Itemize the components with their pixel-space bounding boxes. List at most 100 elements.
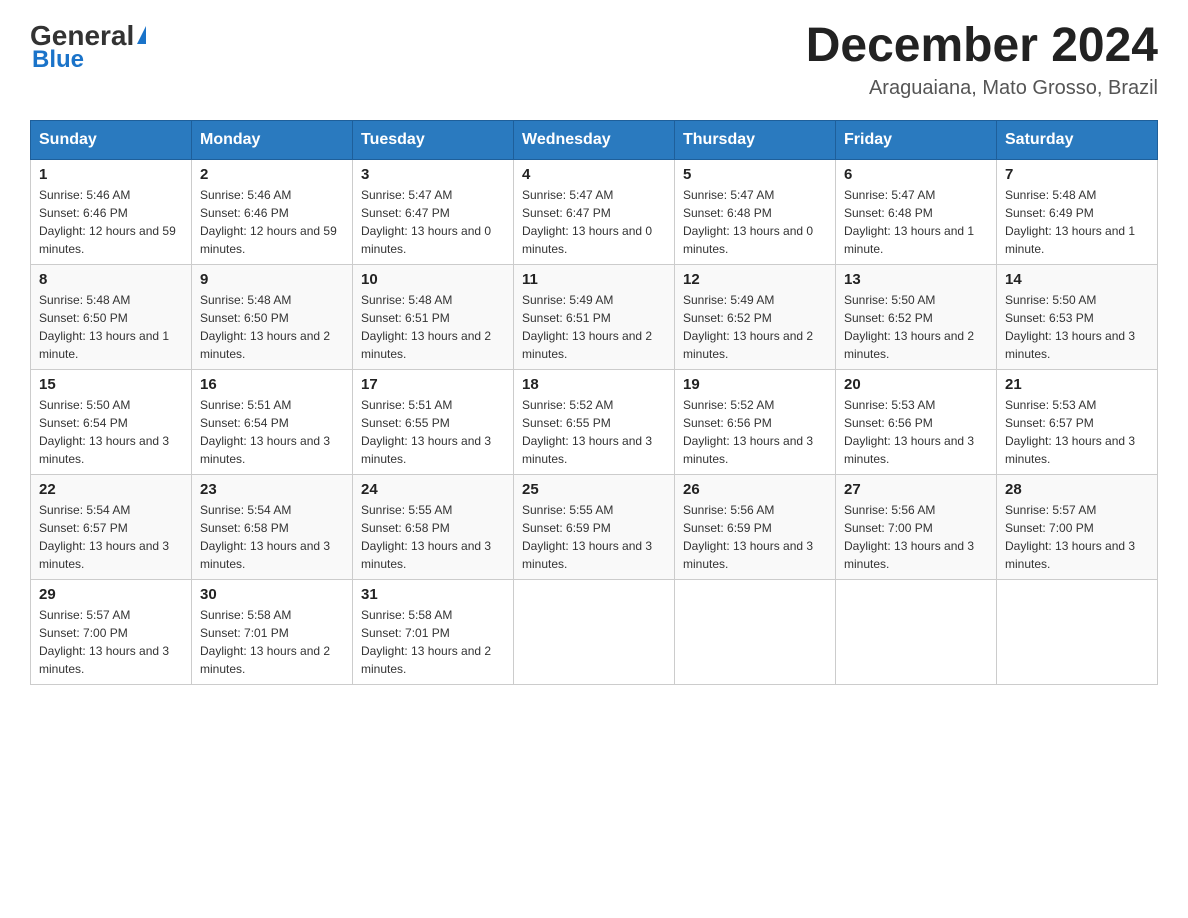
calendar-cell: 23 Sunrise: 5:54 AM Sunset: 6:58 PM Dayl… <box>192 474 353 579</box>
calendar-cell: 3 Sunrise: 5:47 AM Sunset: 6:47 PM Dayli… <box>353 159 514 264</box>
day-info: Sunrise: 5:47 AM Sunset: 6:48 PM Dayligh… <box>683 186 827 258</box>
calendar-cell: 9 Sunrise: 5:48 AM Sunset: 6:50 PM Dayli… <box>192 264 353 369</box>
calendar-cell: 26 Sunrise: 5:56 AM Sunset: 6:59 PM Dayl… <box>675 474 836 579</box>
day-info: Sunrise: 5:56 AM Sunset: 6:59 PM Dayligh… <box>683 501 827 573</box>
day-info: Sunrise: 5:48 AM Sunset: 6:49 PM Dayligh… <box>1005 186 1149 258</box>
day-info: Sunrise: 5:48 AM Sunset: 6:51 PM Dayligh… <box>361 291 505 363</box>
day-number: 10 <box>361 271 505 288</box>
location: Araguaiana, Mato Grosso, Brazil <box>806 77 1158 100</box>
calendar-cell: 17 Sunrise: 5:51 AM Sunset: 6:55 PM Dayl… <box>353 369 514 474</box>
month-title: December 2024 <box>806 20 1158 73</box>
col-monday: Monday <box>192 120 353 159</box>
day-info: Sunrise: 5:55 AM Sunset: 6:58 PM Dayligh… <box>361 501 505 573</box>
day-number: 26 <box>683 481 827 498</box>
calendar-week-row: 29 Sunrise: 5:57 AM Sunset: 7:00 PM Dayl… <box>31 579 1158 684</box>
col-tuesday: Tuesday <box>353 120 514 159</box>
calendar-cell: 12 Sunrise: 5:49 AM Sunset: 6:52 PM Dayl… <box>675 264 836 369</box>
calendar-cell <box>514 579 675 684</box>
calendar-cell: 4 Sunrise: 5:47 AM Sunset: 6:47 PM Dayli… <box>514 159 675 264</box>
day-number: 29 <box>39 586 183 603</box>
day-number: 21 <box>1005 376 1149 393</box>
calendar-cell: 28 Sunrise: 5:57 AM Sunset: 7:00 PM Dayl… <box>997 474 1158 579</box>
day-info: Sunrise: 5:48 AM Sunset: 6:50 PM Dayligh… <box>39 291 183 363</box>
calendar-cell: 24 Sunrise: 5:55 AM Sunset: 6:58 PM Dayl… <box>353 474 514 579</box>
page-header: General Blue December 2024 Araguaiana, M… <box>30 20 1158 100</box>
col-wednesday: Wednesday <box>514 120 675 159</box>
col-thursday: Thursday <box>675 120 836 159</box>
day-number: 11 <box>522 271 666 288</box>
day-number: 2 <box>200 166 344 183</box>
logo-triangle-icon <box>137 26 146 44</box>
calendar-cell: 22 Sunrise: 5:54 AM Sunset: 6:57 PM Dayl… <box>31 474 192 579</box>
day-info: Sunrise: 5:51 AM Sunset: 6:55 PM Dayligh… <box>361 396 505 468</box>
day-number: 14 <box>1005 271 1149 288</box>
day-info: Sunrise: 5:53 AM Sunset: 6:57 PM Dayligh… <box>1005 396 1149 468</box>
day-info: Sunrise: 5:55 AM Sunset: 6:59 PM Dayligh… <box>522 501 666 573</box>
calendar-week-row: 8 Sunrise: 5:48 AM Sunset: 6:50 PM Dayli… <box>31 264 1158 369</box>
day-info: Sunrise: 5:58 AM Sunset: 7:01 PM Dayligh… <box>200 606 344 678</box>
calendar-cell: 30 Sunrise: 5:58 AM Sunset: 7:01 PM Dayl… <box>192 579 353 684</box>
day-number: 5 <box>683 166 827 183</box>
day-number: 22 <box>39 481 183 498</box>
day-number: 24 <box>361 481 505 498</box>
day-number: 13 <box>844 271 988 288</box>
day-number: 1 <box>39 166 183 183</box>
calendar-table: Sunday Monday Tuesday Wednesday Thursday… <box>30 120 1158 685</box>
calendar-cell <box>836 579 997 684</box>
day-info: Sunrise: 5:46 AM Sunset: 6:46 PM Dayligh… <box>200 186 344 258</box>
day-number: 8 <box>39 271 183 288</box>
calendar-week-row: 22 Sunrise: 5:54 AM Sunset: 6:57 PM Dayl… <box>31 474 1158 579</box>
calendar-cell: 20 Sunrise: 5:53 AM Sunset: 6:56 PM Dayl… <box>836 369 997 474</box>
calendar-cell: 5 Sunrise: 5:47 AM Sunset: 6:48 PM Dayli… <box>675 159 836 264</box>
calendar-cell: 25 Sunrise: 5:55 AM Sunset: 6:59 PM Dayl… <box>514 474 675 579</box>
day-info: Sunrise: 5:57 AM Sunset: 7:00 PM Dayligh… <box>39 606 183 678</box>
day-info: Sunrise: 5:47 AM Sunset: 6:47 PM Dayligh… <box>522 186 666 258</box>
day-number: 6 <box>844 166 988 183</box>
col-saturday: Saturday <box>997 120 1158 159</box>
col-friday: Friday <box>836 120 997 159</box>
title-section: December 2024 Araguaiana, Mato Grosso, B… <box>806 20 1158 100</box>
day-number: 30 <box>200 586 344 603</box>
day-number: 18 <box>522 376 666 393</box>
day-info: Sunrise: 5:56 AM Sunset: 7:00 PM Dayligh… <box>844 501 988 573</box>
day-info: Sunrise: 5:52 AM Sunset: 6:55 PM Dayligh… <box>522 396 666 468</box>
calendar-cell: 8 Sunrise: 5:48 AM Sunset: 6:50 PM Dayli… <box>31 264 192 369</box>
day-info: Sunrise: 5:57 AM Sunset: 7:00 PM Dayligh… <box>1005 501 1149 573</box>
calendar-cell: 7 Sunrise: 5:48 AM Sunset: 6:49 PM Dayli… <box>997 159 1158 264</box>
day-info: Sunrise: 5:58 AM Sunset: 7:01 PM Dayligh… <box>361 606 505 678</box>
day-info: Sunrise: 5:54 AM Sunset: 6:58 PM Dayligh… <box>200 501 344 573</box>
day-info: Sunrise: 5:51 AM Sunset: 6:54 PM Dayligh… <box>200 396 344 468</box>
day-info: Sunrise: 5:49 AM Sunset: 6:51 PM Dayligh… <box>522 291 666 363</box>
day-number: 20 <box>844 376 988 393</box>
calendar-cell: 29 Sunrise: 5:57 AM Sunset: 7:00 PM Dayl… <box>31 579 192 684</box>
calendar-cell <box>675 579 836 684</box>
day-number: 4 <box>522 166 666 183</box>
calendar-cell: 14 Sunrise: 5:50 AM Sunset: 6:53 PM Dayl… <box>997 264 1158 369</box>
day-number: 23 <box>200 481 344 498</box>
day-info: Sunrise: 5:50 AM Sunset: 6:53 PM Dayligh… <box>1005 291 1149 363</box>
calendar-cell: 13 Sunrise: 5:50 AM Sunset: 6:52 PM Dayl… <box>836 264 997 369</box>
calendar-cell: 19 Sunrise: 5:52 AM Sunset: 6:56 PM Dayl… <box>675 369 836 474</box>
day-number: 15 <box>39 376 183 393</box>
calendar-cell: 1 Sunrise: 5:46 AM Sunset: 6:46 PM Dayli… <box>31 159 192 264</box>
calendar-cell: 21 Sunrise: 5:53 AM Sunset: 6:57 PM Dayl… <box>997 369 1158 474</box>
day-number: 17 <box>361 376 505 393</box>
calendar-cell: 27 Sunrise: 5:56 AM Sunset: 7:00 PM Dayl… <box>836 474 997 579</box>
day-number: 27 <box>844 481 988 498</box>
day-number: 19 <box>683 376 827 393</box>
logo: General Blue <box>30 20 146 74</box>
calendar-week-row: 1 Sunrise: 5:46 AM Sunset: 6:46 PM Dayli… <box>31 159 1158 264</box>
calendar-cell: 6 Sunrise: 5:47 AM Sunset: 6:48 PM Dayli… <box>836 159 997 264</box>
calendar-cell: 11 Sunrise: 5:49 AM Sunset: 6:51 PM Dayl… <box>514 264 675 369</box>
day-number: 7 <box>1005 166 1149 183</box>
day-number: 9 <box>200 271 344 288</box>
day-number: 12 <box>683 271 827 288</box>
day-info: Sunrise: 5:50 AM Sunset: 6:52 PM Dayligh… <box>844 291 988 363</box>
day-number: 28 <box>1005 481 1149 498</box>
calendar-cell: 16 Sunrise: 5:51 AM Sunset: 6:54 PM Dayl… <box>192 369 353 474</box>
calendar-cell <box>997 579 1158 684</box>
day-number: 25 <box>522 481 666 498</box>
day-info: Sunrise: 5:52 AM Sunset: 6:56 PM Dayligh… <box>683 396 827 468</box>
calendar-cell: 10 Sunrise: 5:48 AM Sunset: 6:51 PM Dayl… <box>353 264 514 369</box>
calendar-cell: 31 Sunrise: 5:58 AM Sunset: 7:01 PM Dayl… <box>353 579 514 684</box>
